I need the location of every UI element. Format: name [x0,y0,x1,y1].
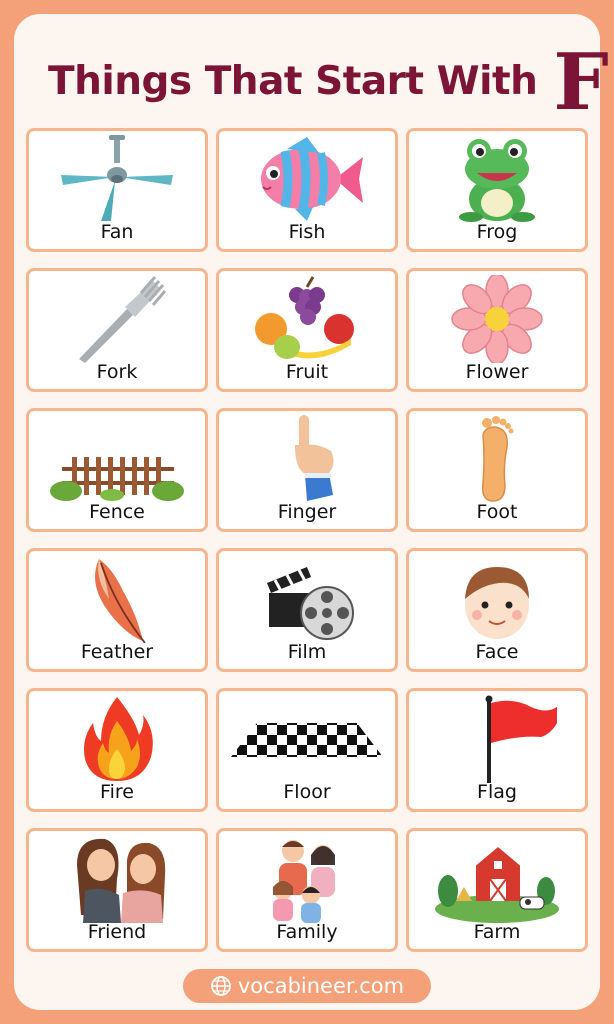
floor-icon [219,695,395,783]
title-text: Things That Start With [48,58,538,104]
friends-icon [29,835,205,923]
item-label: Family [276,921,338,943]
item-card-friend: Friend [26,828,208,952]
item-card-farm: Farm [406,828,588,952]
item-label: Frog [476,221,518,243]
item-label: Friend [87,921,147,943]
feather-icon [29,555,205,643]
item-label: Farm [473,921,521,943]
item-label: Foot [476,501,518,523]
fence-icon [29,415,205,503]
finger-icon [219,415,395,503]
fish-icon [219,135,395,223]
item-label: Feather [80,641,154,663]
item-label: Fish [288,221,326,243]
item-label: Fork [96,361,138,383]
frog-icon [409,135,585,223]
page-title: Things That Start With F [48,40,609,122]
face-icon [409,555,585,643]
item-label: Film [287,641,327,663]
globe-icon [210,976,231,996]
title-letter: F [553,37,609,128]
item-card-flag: Flag [406,688,588,812]
item-label: Fan [100,221,134,243]
item-card-film: Film [216,548,398,672]
item-label: Fruit [285,361,329,383]
item-card-fork: Fork [26,268,208,392]
item-card-feather: Feather [26,548,208,672]
fork-icon [29,275,205,363]
item-card-fan: Fan [26,128,208,252]
item-card-family: Family [216,828,398,952]
vocabulary-grid: Fan Fish Frog Fork Fruit Flower Fence Fi… [26,128,588,952]
foot-icon [409,415,585,503]
fire-icon [29,695,205,783]
website-url[interactable]: vocabineer.com [238,974,404,998]
item-card-flower: Flower [406,268,588,392]
item-card-fence: Fence [26,408,208,532]
item-label: Fire [100,781,134,803]
item-card-floor: Floor [216,688,398,812]
farm-icon [409,835,585,923]
family-icon [219,835,395,923]
fruit-icon [219,275,395,363]
flower-icon [409,275,585,363]
item-card-frog: Frog [406,128,588,252]
item-label: Flower [465,361,529,383]
film-icon [219,555,395,643]
item-card-finger: Finger [216,408,398,532]
item-card-fruit: Fruit [216,268,398,392]
website-badge[interactable]: vocabineer.com [183,969,431,1003]
item-label: Face [475,641,519,663]
item-label: Flag [477,781,517,803]
item-label: Finger [277,501,337,523]
item-label: Floor [283,781,331,803]
item-card-fish: Fish [216,128,398,252]
flag-icon [409,695,585,783]
item-card-foot: Foot [406,408,588,532]
fan-icon [29,135,205,223]
item-card-fire: Fire [26,688,208,812]
item-label: Fence [89,501,145,523]
item-card-face: Face [406,548,588,672]
